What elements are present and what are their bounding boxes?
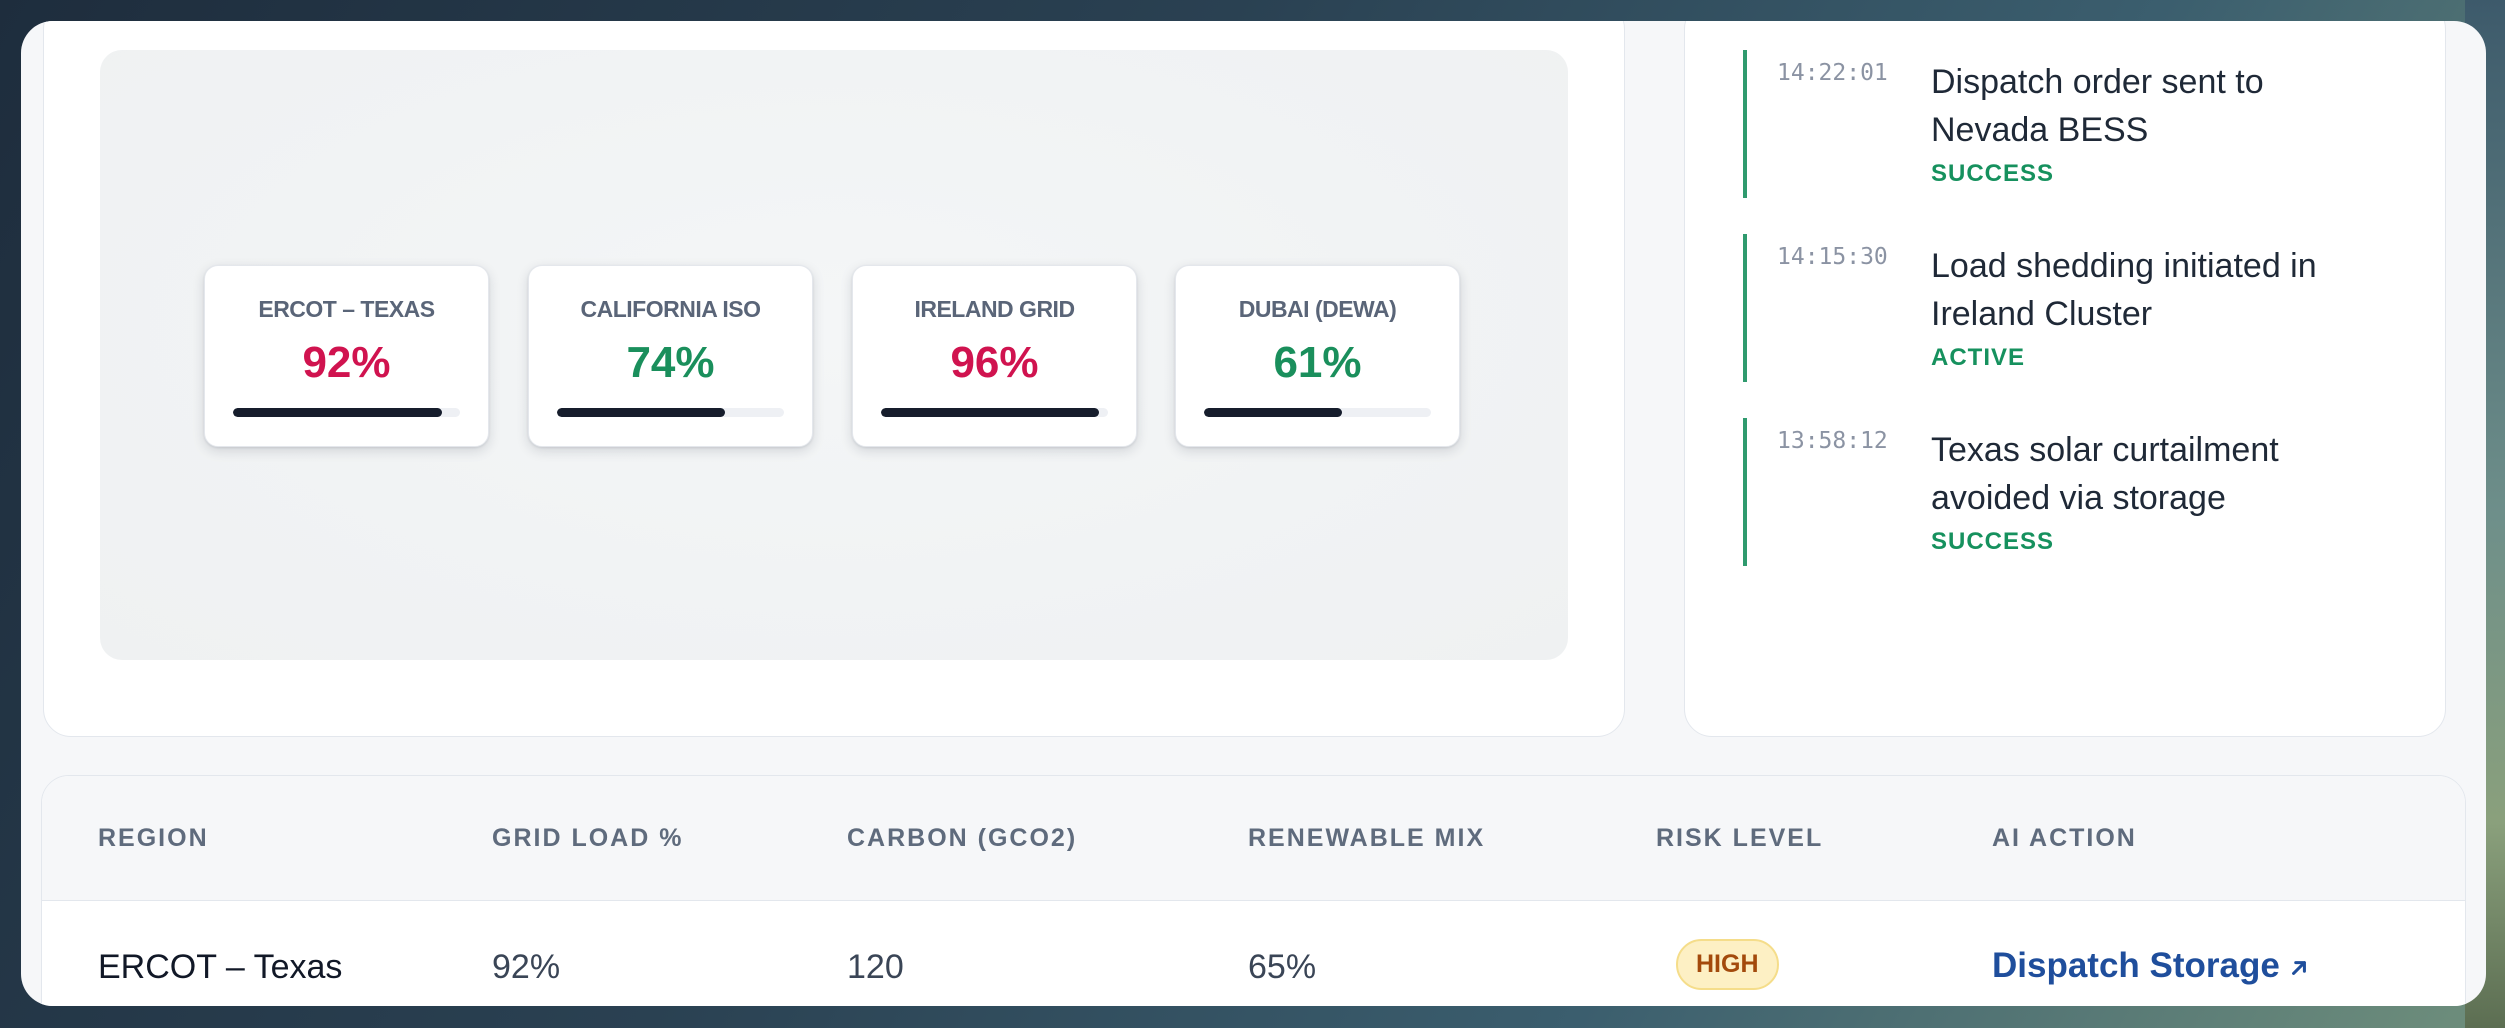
cell-renewable-mix: 65%: [1248, 948, 1317, 986]
gauge-fill: [233, 408, 442, 417]
feed-status: SUCCESS: [1931, 528, 2055, 555]
gauge-ireland-grid[interactable]: IRELAND GRID 96%: [852, 265, 1137, 447]
column-header-region[interactable]: REGION: [98, 824, 209, 853]
gauge-label: CALIFORNIA ISO: [580, 296, 761, 322]
feed-timestamp: 14:22:01: [1777, 60, 1888, 86]
feed-item[interactable]: 14:22:01 Dispatch order sent to Nevada B…: [1743, 50, 2407, 198]
feed-item[interactable]: 13:58:12 Texas solar curtailment avoided…: [1743, 418, 2407, 566]
dashboard-panel: ERCOT – TEXAS 92% CALIFORNIA ISO 74% IRE…: [21, 21, 2486, 1006]
cell-carbon: 120: [847, 948, 904, 986]
grid-map-card: ERCOT – TEXAS 92% CALIFORNIA ISO 74% IRE…: [43, 21, 1625, 737]
column-header-risk-level[interactable]: RISK LEVEL: [1656, 824, 1823, 853]
cell-region: ERCOT – Texas: [98, 948, 343, 986]
feed-timestamp: 13:58:12: [1777, 428, 1888, 454]
feed-message: Texas solar curtailment avoided via stor…: [1931, 431, 2279, 517]
action-label: Dispatch Storage: [1992, 946, 2280, 985]
grid-map-area: ERCOT – TEXAS 92% CALIFORNIA ISO 74% IRE…: [100, 50, 1568, 660]
gauge-fill: [557, 408, 725, 417]
gauge-value: 96%: [950, 338, 1039, 387]
gauge-track: [557, 408, 784, 417]
table-header: REGION GRID LOAD % CARBON (GCO2) RENEWAB…: [42, 776, 2465, 901]
gauge-value: 74%: [626, 338, 715, 387]
activity-feed-card: 14:22:01 Dispatch order sent to Nevada B…: [1684, 21, 2446, 737]
gauge-fill: [881, 408, 1099, 417]
column-header-carbon[interactable]: CARBON (GCO2): [847, 824, 1077, 853]
gauge-track: [233, 408, 460, 417]
feed-message: Dispatch order sent to Nevada BESS: [1931, 63, 2264, 149]
risk-badge: HIGH: [1676, 939, 1779, 990]
feed-message: Load shedding initiated in Ireland Clust…: [1931, 247, 2317, 333]
feed-timestamp: 14:15:30: [1777, 244, 1888, 270]
gauge-ercot-texas[interactable]: ERCOT – TEXAS 92%: [204, 265, 489, 447]
gauge-california-iso[interactable]: CALIFORNIA ISO 74%: [528, 265, 813, 447]
gauge-value: 61%: [1273, 338, 1362, 387]
dispatch-storage-link[interactable]: Dispatch Storage: [1992, 946, 2312, 986]
gauge-fill: [1204, 408, 1343, 417]
gauge-track: [1204, 408, 1431, 417]
gauge-label: DUBAI (DEWA): [1238, 296, 1397, 322]
feed-item[interactable]: 14:15:30 Load shedding initiated in Irel…: [1743, 234, 2407, 382]
column-header-renewable-mix[interactable]: RENEWABLE MIX: [1248, 824, 1485, 853]
gauge-track: [881, 408, 1108, 417]
column-header-ai-action[interactable]: AI ACTION: [1992, 824, 2137, 853]
cell-grid-load: 92%: [492, 948, 561, 986]
feed-status: SUCCESS: [1931, 160, 2055, 187]
region-table: REGION GRID LOAD % CARBON (GCO2) RENEWAB…: [41, 775, 2466, 1006]
gauge-label: IRELAND GRID: [914, 296, 1075, 322]
external-arrow-icon: [2291, 960, 2306, 975]
gauge-dubai-dewa[interactable]: DUBAI (DEWA) 61%: [1175, 265, 1460, 447]
gauge-value: 92%: [302, 338, 391, 387]
gauge-label: ERCOT – TEXAS: [258, 296, 435, 322]
feed-status: ACTIVE: [1931, 344, 2026, 371]
column-header-grid-load[interactable]: GRID LOAD %: [492, 824, 683, 853]
